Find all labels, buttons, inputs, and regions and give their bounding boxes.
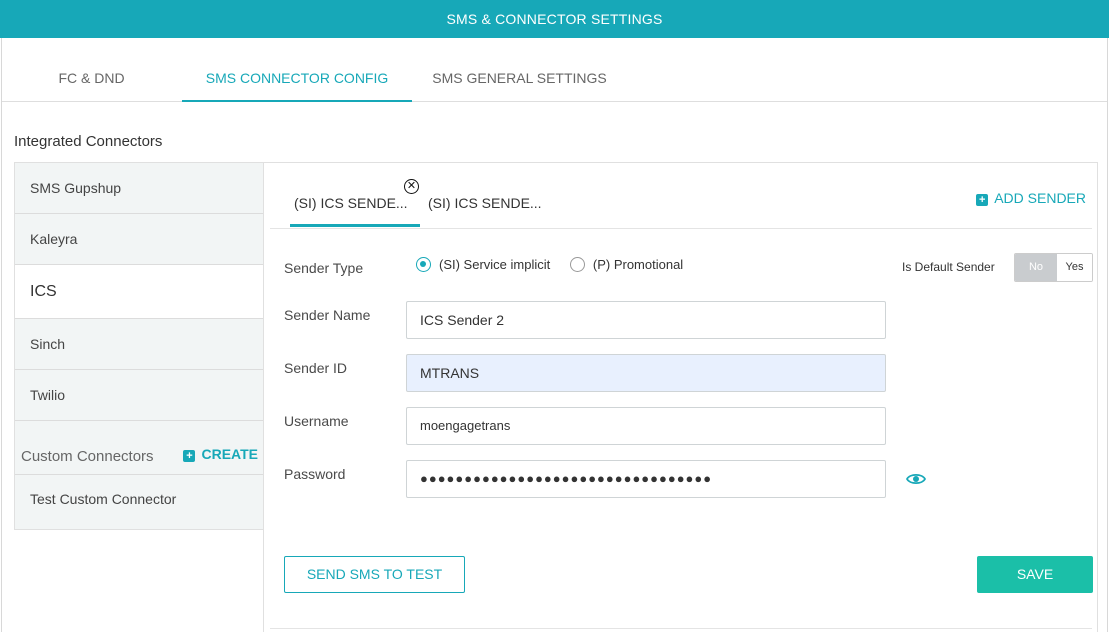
integrated-connectors-title: Integrated Connectors — [14, 133, 163, 150]
password-input[interactable]: ●●●●●●●●●●●●●●●●●●●●●●●●●●●●●●●●● — [406, 460, 886, 498]
radio-service-implicit[interactable]: (SI) Service implicit — [416, 257, 550, 272]
tab-fc-dnd[interactable]: FC & DND — [33, 38, 150, 102]
connector-config-panel: (SI) ICS SENDE... ✕ (SI) ICS SENDE... + A… — [263, 162, 1098, 632]
radio-selected-icon — [416, 257, 431, 272]
close-circle-icon[interactable]: ✕ — [404, 179, 419, 194]
sidebar-item-sinch[interactable]: Sinch — [15, 319, 263, 370]
sender-tab-1-label: (SI) ICS SENDE... — [294, 195, 408, 211]
sidebar-item-test-custom-connector[interactable]: Test Custom Connector — [15, 474, 263, 530]
sender-tab-1[interactable]: (SI) ICS SENDE... — [290, 163, 420, 227]
connectors-sidebar: SMS Gupshup Kaleyra ICS Sinch Twilio Cus… — [14, 162, 264, 530]
send-sms-to-test-button[interactable]: SEND SMS TO TEST — [284, 556, 465, 593]
sender-name-input[interactable]: ICS Sender 2 — [406, 301, 886, 339]
sidebar-item-twilio[interactable]: Twilio — [15, 370, 263, 421]
radio-promotional-label: (P) Promotional — [592, 257, 684, 272]
password-label: Password — [284, 466, 346, 482]
add-sender-label: ADD SENDER — [994, 190, 1086, 206]
sidebar-item-sms-gupshup[interactable]: SMS Gupshup — [15, 163, 263, 214]
create-label: CREATE — [201, 446, 258, 462]
sender-id-label: Sender ID — [284, 360, 348, 376]
page-title: SMS & CONNECTOR SETTINGS — [446, 11, 663, 27]
default-sender-toggle: No Yes — [1014, 253, 1093, 282]
sender-name-label: Sender Name — [284, 307, 371, 323]
sender-tabs: (SI) ICS SENDE... ✕ (SI) ICS SENDE... + A… — [270, 163, 1092, 229]
eye-icon[interactable] — [906, 472, 926, 486]
sender-type-label: Sender Type — [284, 260, 364, 276]
page-header: SMS & CONNECTOR SETTINGS — [0, 0, 1109, 38]
tab-sms-general-settings[interactable]: SMS GENERAL SETTINGS — [422, 38, 617, 102]
sender-tab-2-label: (SI) ICS SENDE... — [428, 195, 542, 211]
custom-connectors-title: Custom Connectors — [21, 448, 154, 465]
default-sender-label: Is Default Sender — [902, 260, 995, 274]
sender-tab-2[interactable]: (SI) ICS SENDE... — [428, 163, 558, 227]
add-sender-button[interactable]: + ADD SENDER — [976, 190, 1086, 206]
custom-connectors-header: Custom Connectors + CREATE — [15, 434, 263, 474]
radio-unselected-icon — [569, 257, 585, 272]
username-input[interactable]: moengagetrans — [406, 407, 886, 445]
tab-sms-connector-config[interactable]: SMS CONNECTOR CONFIG — [182, 38, 412, 102]
plus-square-icon: + — [976, 194, 989, 206]
sender-id-input[interactable]: MTRANS — [406, 354, 886, 392]
panel-divider — [270, 628, 1092, 629]
sidebar-item-kaleyra[interactable]: Kaleyra — [15, 214, 263, 265]
plus-square-icon: + — [183, 450, 196, 462]
create-connector-button[interactable]: + CREATE — [183, 446, 258, 462]
settings-tabs: FC & DND SMS CONNECTOR CONFIG SMS GENERA… — [2, 38, 1107, 102]
save-button[interactable]: SAVE — [977, 556, 1093, 593]
radio-promotional[interactable]: (P) Promotional — [569, 257, 684, 272]
username-label: Username — [284, 413, 349, 429]
sidebar-item-ics[interactable]: ICS — [15, 265, 263, 319]
default-sender-yes[interactable]: Yes — [1057, 254, 1092, 281]
default-sender-no[interactable]: No — [1015, 254, 1057, 281]
sender-type-radio-group: (SI) Service implicit (P) Promotional — [416, 257, 699, 272]
radio-service-implicit-label: (SI) Service implicit — [439, 257, 551, 272]
